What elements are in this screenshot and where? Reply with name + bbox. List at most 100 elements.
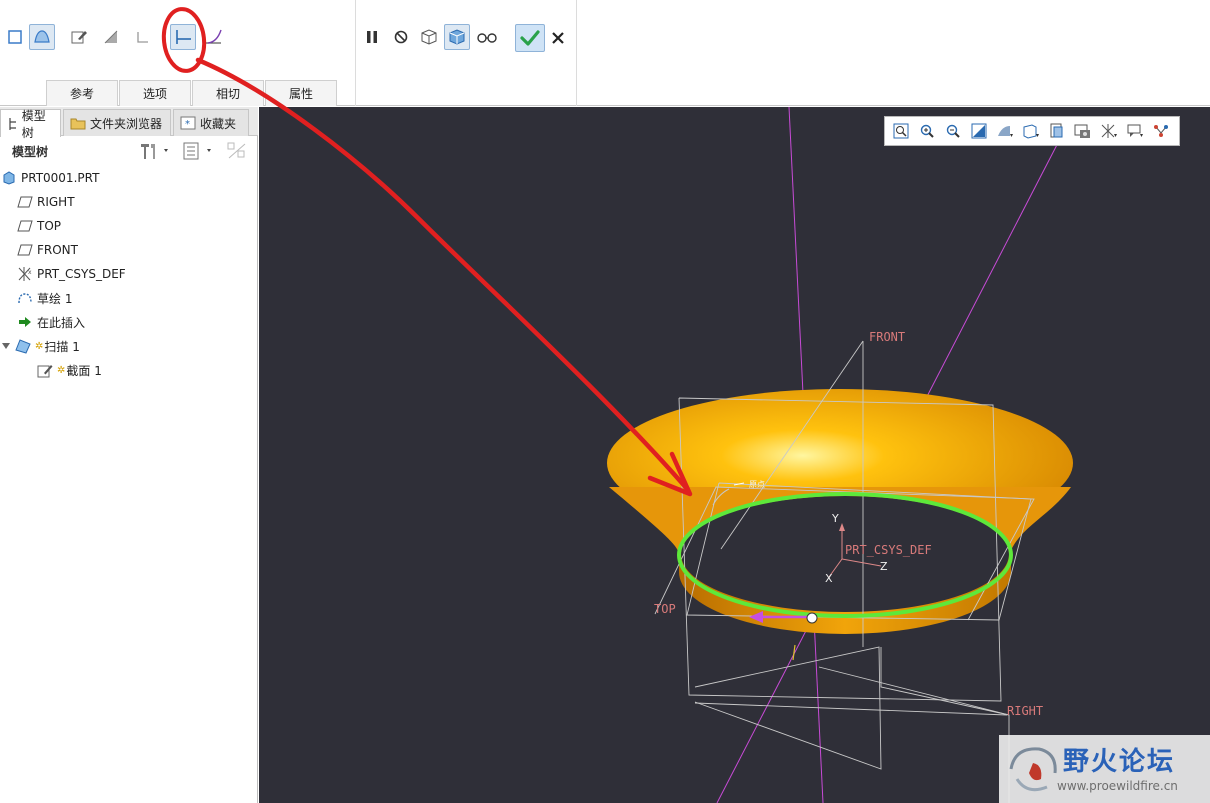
verify-mode-button[interactable] <box>474 24 500 50</box>
thicken-icon <box>137 32 148 43</box>
label-axis-x: X <box>825 572 833 585</box>
spin-center-icon <box>1154 125 1168 137</box>
preview-geometry-button[interactable] <box>416 24 442 50</box>
pause-button[interactable] <box>359 24 385 50</box>
glasses-icon <box>477 33 497 43</box>
annotation-display-icon <box>1127 124 1143 137</box>
sketch-icon <box>18 293 32 304</box>
tree-item-right[interactable]: RIGHT <box>16 191 75 213</box>
tools-icon <box>141 144 168 159</box>
panel-tabs: 模型树 文件夹浏览器 * 收藏夹 <box>0 107 258 140</box>
tree-item-insert-here[interactable]: 在此插入 <box>16 311 85 333</box>
tab-folder-browser-label: 文件夹浏览器 <box>90 116 163 131</box>
repaint-button[interactable] <box>967 119 991 143</box>
svg-text:*: * <box>185 119 190 130</box>
remove-material-button[interactable] <box>98 24 124 50</box>
view-manager-icon <box>1050 123 1063 138</box>
tab-tangency[interactable]: 相切 <box>192 80 264 106</box>
watermark-logo-icon <box>1009 747 1057 792</box>
start-point[interactable] <box>806 612 818 624</box>
tab-folder-browser[interactable]: 文件夹浏览器 <box>63 109 171 136</box>
refit-icon <box>893 123 909 139</box>
model-scene: FRONT TOP RIGHT PRT_CSYS_DEF Y X Z 原点 <box>607 107 1073 803</box>
tree-item-sketch[interactable]: 草绘 1 <box>16 287 72 309</box>
attached-preview-button[interactable] <box>444 24 470 50</box>
tree-item-label: 在此插入 <box>37 315 86 330</box>
pause-icon <box>367 31 377 43</box>
cancel-button[interactable] <box>545 25 571 51</box>
surface-icon-button[interactable] <box>29 24 55 50</box>
tree-item-part[interactable]: PRT0001.PRT <box>0 167 99 189</box>
tab-favorites-label: 收藏夹 <box>200 116 237 131</box>
surface-icon <box>34 30 50 43</box>
refit-button[interactable] <box>889 119 913 143</box>
tree-columns-button[interactable] <box>182 141 218 161</box>
csys-icon: x <box>18 267 32 281</box>
model-tree-panel: 模型树 文件夹浏览器 * 收藏夹 模型树 PRT0001.PRT RIGHT T… <box>0 107 258 803</box>
display-style-icon <box>998 126 1013 137</box>
tree-item-top[interactable]: TOP <box>16 215 61 237</box>
graphics-viewport[interactable]: FRONT TOP RIGHT PRT_CSYS_DEF Y X Z 原点 野火… <box>259 107 1210 803</box>
new-feature-icon: ✲ <box>57 364 66 376</box>
tab-model-tree-label: 模型树 <box>21 108 46 140</box>
tree-item-label: 扫描 1 <box>44 339 80 354</box>
saved-views-icon <box>1023 124 1039 139</box>
confirm-button[interactable] <box>515 24 545 52</box>
tree-filter-button[interactable] <box>226 141 250 161</box>
datum-display-button[interactable] <box>1097 119 1121 143</box>
folder-icon <box>70 118 86 130</box>
ribbon-tabs: 参考 选项 相切 属性 <box>46 80 338 106</box>
svg-text:x: x <box>28 269 32 276</box>
annotation-display-button[interactable] <box>1123 119 1147 143</box>
label-front: FRONT <box>869 330 905 344</box>
tree-item-label: FRONT <box>37 243 78 257</box>
label-axis-z: Z <box>880 560 888 573</box>
tab-model-tree[interactable]: 模型树 <box>0 109 61 140</box>
datum-plane-icon <box>17 244 33 256</box>
camera-icon <box>1074 124 1090 138</box>
tab-references[interactable]: 参考 <box>46 80 118 106</box>
sweep-icon <box>15 339 31 354</box>
variable-section-icon <box>205 29 222 44</box>
tree-item-label: TOP <box>37 219 62 233</box>
watermark-url: www.proewildfire.cn <box>1057 779 1178 793</box>
label-origin: 原点 <box>749 480 765 489</box>
attached-preview-icon <box>449 29 465 45</box>
tree-item-sweep[interactable]: ✲ 扫描 1 <box>0 335 80 357</box>
section-icon <box>37 365 53 378</box>
repaint-icon <box>971 123 987 139</box>
zoom-out-icon <box>946 124 960 138</box>
display-style-button[interactable] <box>993 119 1017 143</box>
checkmark-icon <box>520 30 540 46</box>
list-icon <box>183 142 211 160</box>
tab-favorites[interactable]: * 收藏夹 <box>173 109 249 136</box>
tree-item-front[interactable]: FRONT <box>16 239 78 261</box>
edit-section-button[interactable] <box>66 24 92 50</box>
spin-center-button[interactable] <box>1149 119 1173 143</box>
saved-views-button[interactable] <box>1019 119 1043 143</box>
variable-section-button[interactable] <box>200 24 226 50</box>
favorites-icon: * <box>180 116 196 130</box>
new-feature-icon: ✲ <box>35 340 44 352</box>
tree-item-csys[interactable]: x PRT_CSYS_DEF <box>16 263 126 285</box>
constant-section-button[interactable] <box>170 24 196 50</box>
label-axis-y: Y <box>831 512 839 525</box>
perspective-button[interactable] <box>1071 119 1095 143</box>
part-icon <box>3 171 15 185</box>
zoom-out-button[interactable] <box>941 119 965 143</box>
tab-properties[interactable]: 属性 <box>265 80 337 106</box>
zoom-in-icon <box>920 124 934 138</box>
tree-title: 模型树 <box>12 144 49 159</box>
thicken-button[interactable] <box>130 24 156 50</box>
zoom-in-button[interactable] <box>915 119 939 143</box>
no-preview-button[interactable] <box>388 24 414 50</box>
expand-arrow-icon[interactable] <box>1 341 11 351</box>
tree-item-section[interactable]: ✲ 截面 1 <box>36 359 102 381</box>
view-manager-button[interactable] <box>1045 119 1069 143</box>
solid-icon-button[interactable] <box>2 24 28 50</box>
tree-settings-button[interactable] <box>138 141 170 161</box>
tab-options[interactable]: 选项 <box>119 80 191 106</box>
tree-item-label: PRT0001.PRT <box>21 171 100 185</box>
remove-material-icon <box>104 30 118 44</box>
label-right: RIGHT <box>1007 704 1043 718</box>
